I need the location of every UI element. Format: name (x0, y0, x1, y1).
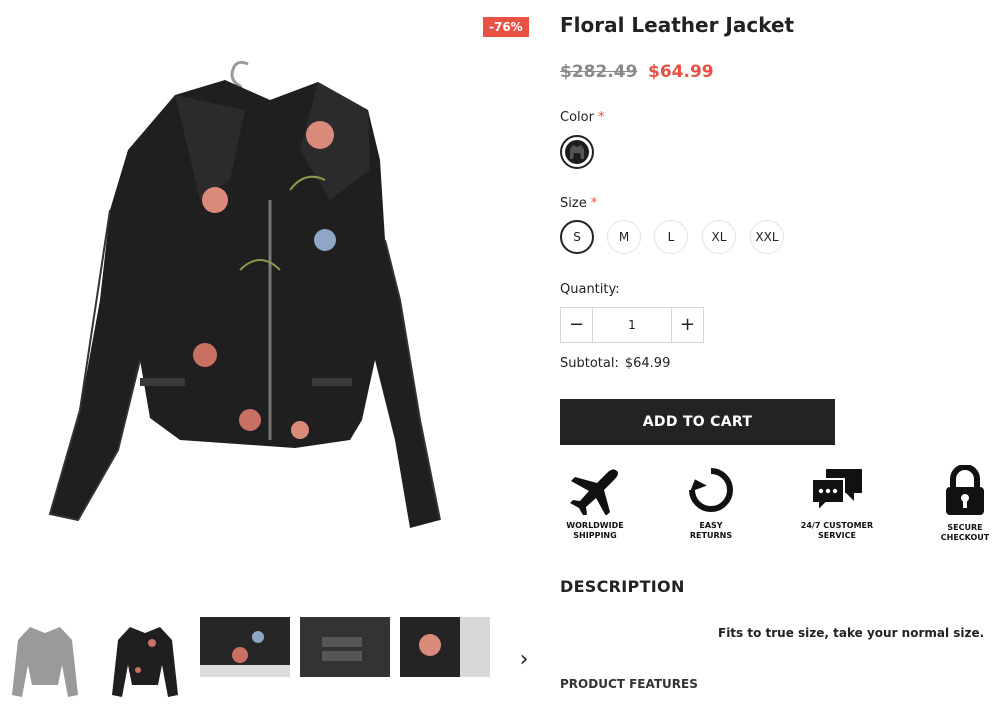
thumbnail-jacket-grey (12, 627, 78, 697)
airplane-icon (570, 469, 618, 515)
product-info: Floral Leather Jacket $282.49 $64.99 Col… (560, 0, 995, 707)
returns-icon (689, 468, 733, 512)
thumbnail-gallery: › (0, 615, 540, 707)
required-mark: * (590, 196, 598, 211)
product-features-title: PRODUCT FEATURES (560, 677, 698, 691)
required-mark: * (597, 110, 605, 125)
sale-price: $64.99 (648, 62, 714, 82)
color-label-text: Color (560, 110, 594, 125)
subtotal: Subtotal: $64.99 (560, 356, 670, 371)
thumbnail-5[interactable] (400, 617, 490, 677)
badge-shipping: WORLDWIDE SHIPPING (550, 465, 640, 541)
thumbnail-jacket-black (112, 627, 178, 697)
color-label: Color * (560, 110, 604, 125)
badge-returns: EASY RETURNS (666, 465, 756, 541)
badge-service: 24/7 CUSTOMER SERVICE (792, 465, 882, 541)
chevron-right-icon[interactable]: › (512, 648, 536, 672)
thumbnail-4[interactable] (300, 617, 390, 677)
quantity-input[interactable] (594, 308, 670, 342)
thumbnail-detail-pocket (300, 617, 390, 677)
trust-badges: WORLDWIDE SHIPPING EASY RETURNS 24/7 CUS… (560, 465, 995, 555)
quantity-increase-button[interactable]: + (671, 308, 703, 342)
description-title: DESCRIPTION (560, 577, 685, 596)
size-option-s[interactable]: S (560, 220, 594, 254)
main-product-image[interactable]: -76% (0, 0, 540, 600)
size-label: Size * (560, 196, 597, 211)
thumbnail-detail-collar (400, 617, 490, 677)
thumbnail-3[interactable] (200, 617, 290, 677)
quantity-stepper: − + (560, 307, 704, 343)
size-option-l[interactable]: L (654, 220, 688, 254)
chat-icon (811, 469, 862, 514)
badge-secure-text: SECURE CHECKOUT (940, 523, 990, 542)
add-to-cart-button[interactable]: ADD TO CART (560, 399, 835, 445)
product-title: Floral Leather Jacket (560, 13, 795, 37)
thumbnail-2[interactable] (100, 615, 190, 705)
lock-icon (946, 465, 984, 515)
thumbnail-detail-flowers (200, 617, 290, 677)
subtotal-label: Subtotal: (560, 356, 619, 371)
size-option-xxl[interactable]: XXL (750, 220, 784, 254)
badge-returns-text: EASY RETURNS (689, 521, 733, 540)
color-swatch-black[interactable] (560, 135, 594, 169)
quantity-decrease-button[interactable]: − (561, 308, 593, 342)
jacket-swatch-icon (565, 140, 589, 164)
size-option-xl[interactable]: XL (702, 220, 736, 254)
discount-badge: -76% (483, 17, 529, 37)
badge-secure: SECURE CHECKOUT (920, 465, 995, 543)
description-text: Fits to true size, take your normal size… (718, 626, 985, 640)
original-price: $282.49 (560, 62, 638, 82)
badge-service-text: 24/7 CUSTOMER SERVICE (800, 521, 874, 540)
badge-shipping-text: WORLDWIDE SHIPPING (566, 521, 624, 540)
subtotal-value: $64.99 (624, 356, 671, 371)
quantity-label: Quantity: (560, 282, 620, 297)
thumbnail-1[interactable] (0, 615, 90, 705)
size-option-m[interactable]: M (607, 220, 641, 254)
size-label-text: Size (560, 196, 587, 211)
jacket-image (48, 60, 441, 528)
